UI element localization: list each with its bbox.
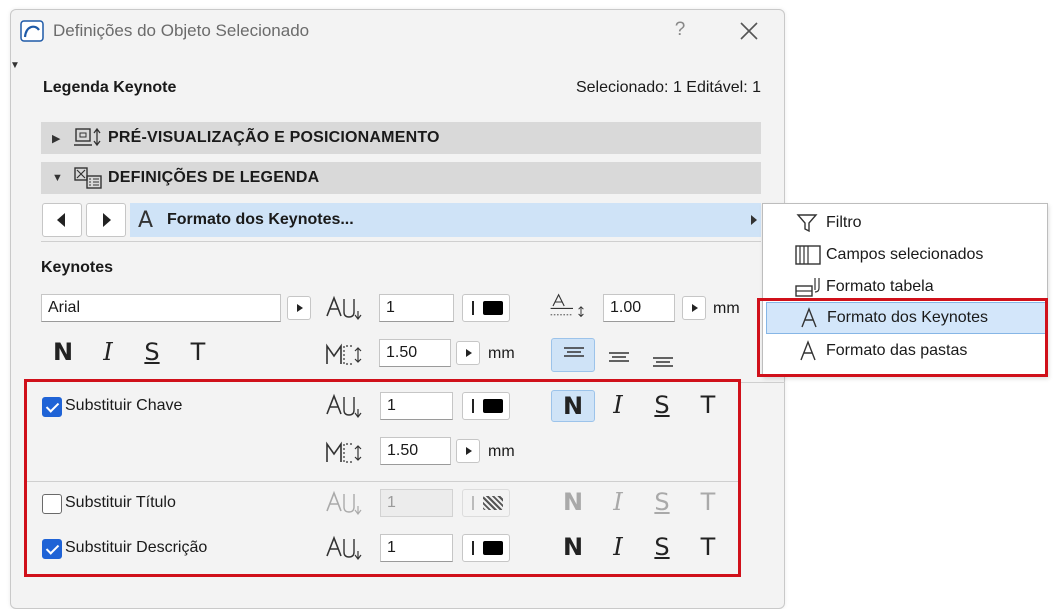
menu-item-label: Filtro: [826, 214, 862, 231]
keynotes-heading: Keynotes: [41, 259, 114, 276]
title-bold-button: N: [562, 488, 584, 516]
chevron-down-icon: ▼: [52, 172, 63, 184]
line-spacing-field[interactable]: 1.00: [603, 294, 675, 322]
title-strikethrough-button: T: [700, 488, 716, 516]
description-strikethrough-button[interactable]: T: [691, 532, 725, 562]
pen-color-swatch: [483, 301, 503, 315]
divider: [738, 382, 785, 383]
override-description-label: Substituir Descrição: [65, 539, 208, 556]
text-size-field[interactable]: 1: [379, 294, 454, 322]
next-page-button[interactable]: [86, 203, 126, 237]
pen-bar: [472, 541, 474, 555]
key-strikethrough-button[interactable]: T: [691, 390, 725, 420]
key-width-factor-field[interactable]: 1.50: [380, 437, 451, 465]
bold-button[interactable]: N: [46, 337, 80, 367]
key-text-size-field[interactable]: 1: [380, 392, 453, 420]
filter-icon: [796, 214, 818, 233]
pen-color-swatch: [483, 541, 503, 555]
key-underline-button[interactable]: S: [645, 390, 679, 420]
line-spacing-unit: mm: [713, 300, 740, 317]
key-pen-color-selector[interactable]: [462, 392, 510, 420]
align-right-icon: [653, 357, 673, 367]
override-key-checkbox[interactable]: [42, 397, 62, 417]
section-title: DEFINIÇÕES DE LEGENDA: [108, 169, 320, 186]
font-picker-button[interactable]: [287, 296, 311, 320]
menu-item-label: Campos selecionados: [826, 246, 984, 263]
window-title: Definições do Objeto Selecionado: [53, 21, 310, 40]
pen-color-swatch: [483, 399, 503, 413]
description-bold-button[interactable]: N: [556, 532, 590, 562]
previous-page-button[interactable]: [42, 203, 82, 237]
override-title-checkbox[interactable]: [42, 494, 62, 514]
text-format-icon: A: [138, 208, 154, 233]
strikethrough-button[interactable]: T: [181, 337, 215, 367]
title-underline-button: S: [654, 488, 670, 516]
line-spacing-unit-button[interactable]: [682, 296, 706, 320]
dock-marker-icon: ▼: [10, 60, 20, 71]
menu-item-filter[interactable]: Filtro: [763, 207, 1047, 239]
pen-bar: [472, 399, 474, 413]
submenu-arrow-icon: [751, 215, 757, 225]
override-key-label: Substituir Chave: [65, 397, 183, 414]
arrow-left-icon: [57, 213, 65, 227]
italic-button[interactable]: I: [91, 337, 125, 367]
page-selector[interactable]: A Formato dos Keynotes...: [130, 203, 761, 237]
description-underline-button[interactable]: S: [645, 532, 679, 562]
align-left-button[interactable]: [551, 338, 595, 372]
columns-icon: [795, 245, 821, 265]
page-selector-label: Formato dos Keynotes...: [167, 211, 354, 228]
help-button[interactable]: ?: [670, 19, 690, 41]
width-factor-field[interactable]: 1.50: [379, 339, 451, 367]
underline-button[interactable]: S: [135, 337, 169, 367]
archicad-app-icon: [20, 20, 44, 42]
override-description-checkbox[interactable]: [42, 539, 62, 559]
section-label-settings[interactable]: ▼ DEFINIÇÕES DE LEGENDA: [41, 162, 761, 194]
selection-info: Selecionado: 1 Editável: 1: [575, 79, 761, 96]
preview-position-icon: [74, 127, 101, 147]
key-width-unit: mm: [488, 443, 515, 460]
width-factor-unit-button[interactable]: [456, 341, 480, 365]
chevron-right-icon: ▶: [52, 133, 61, 145]
pen-bar: [472, 496, 474, 510]
key-italic-button[interactable]: I: [601, 390, 635, 420]
title-text-size-field: 1: [380, 489, 453, 517]
align-center-icon: [609, 352, 629, 362]
divider: [27, 481, 738, 482]
override-title-label: Substituir Título: [65, 494, 176, 511]
close-icon[interactable]: [737, 19, 761, 43]
pen-color-swatch: [483, 496, 503, 510]
description-italic-button[interactable]: I: [601, 532, 635, 562]
align-left-icon: [564, 347, 584, 357]
text-size-icon: [326, 490, 362, 515]
width-factor-icon: [326, 343, 362, 365]
font-name-field[interactable]: Arial: [41, 294, 281, 322]
menu-item-selected-fields[interactable]: Campos selecionados: [763, 239, 1047, 271]
width-factor-icon: [326, 441, 362, 463]
description-text-size-field[interactable]: 1: [380, 534, 453, 562]
title-italic-button: I: [613, 488, 623, 516]
object-type-heading: Legenda Keynote: [43, 79, 177, 96]
align-right-button[interactable]: [641, 346, 685, 380]
key-width-unit-button[interactable]: [456, 439, 480, 463]
label-settings-icon: [74, 167, 102, 189]
divider: [41, 241, 761, 242]
arrow-right-icon: [103, 213, 111, 227]
section-preview-positioning[interactable]: ▶ PRÉ-VISUALIZAÇÃO E POSICIONAMENTO: [41, 122, 761, 154]
section-title: PRÉ-VISUALIZAÇÃO E POSICIONAMENTO: [108, 129, 440, 146]
annotation-highlight-box: [757, 298, 1048, 377]
text-size-icon: [326, 295, 362, 320]
title-pen-color-selector: [462, 489, 510, 517]
text-size-icon: [326, 535, 362, 560]
table-format-icon: [795, 278, 820, 297]
width-factor-unit: mm: [488, 345, 515, 362]
align-center-button[interactable]: [597, 341, 641, 375]
key-bold-button[interactable]: N: [551, 390, 595, 422]
text-size-icon: [326, 393, 362, 418]
menu-item-label: Formato tabela: [826, 278, 934, 295]
pen-bar: [472, 301, 474, 315]
pen-color-selector[interactable]: [462, 294, 510, 322]
line-spacing-icon: [550, 293, 584, 318]
description-pen-color-selector[interactable]: [462, 534, 510, 562]
